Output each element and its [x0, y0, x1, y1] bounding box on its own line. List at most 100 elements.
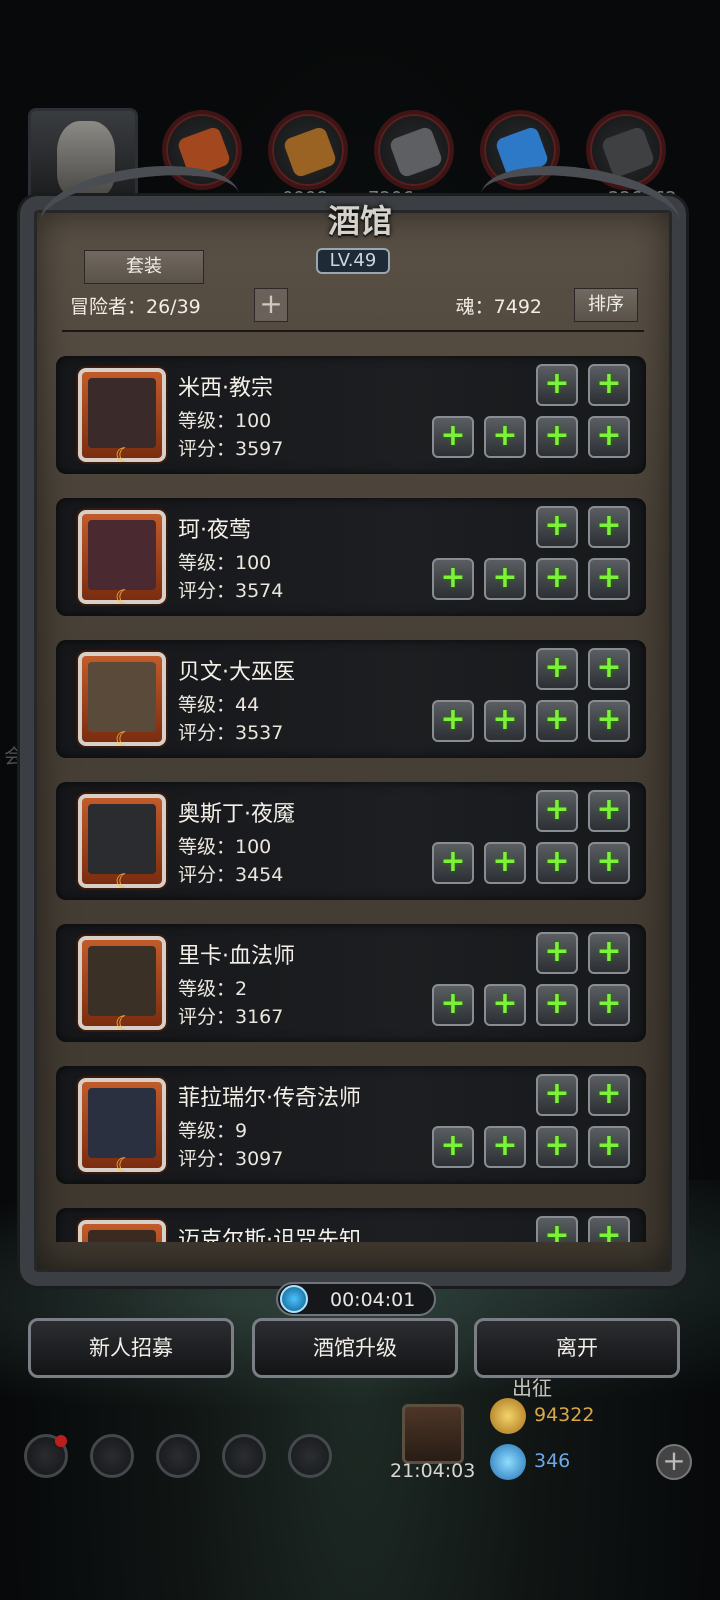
- armor-slot-icon[interactable]: +: [536, 1074, 578, 1116]
- armor-slot-icon[interactable]: +: [588, 932, 630, 974]
- wood-resource-icon[interactable]: [268, 110, 348, 190]
- clock-icon: [280, 1285, 308, 1313]
- hero-card[interactable]: ☾ 珂·夜莺 等级：100 评分：3574 + + + + + +: [56, 498, 646, 616]
- ring-slot-icon[interactable]: +: [536, 984, 578, 1026]
- ring-slot-icon[interactable]: +: [588, 842, 630, 884]
- armor-slot-icon[interactable]: +: [536, 364, 578, 406]
- hero-level: 等级：100: [178, 410, 272, 432]
- hero-level: 等级：2: [178, 978, 248, 1000]
- hero-portrait: [88, 1230, 156, 1242]
- crescent-moon-icon: ☾: [115, 1011, 133, 1035]
- hero-card[interactable]: 迈克尔斯·诅咒先知 + +: [56, 1208, 646, 1242]
- crescent-moon-icon: ☾: [115, 585, 133, 609]
- divider: [62, 330, 644, 332]
- hero-name: 米西·教宗: [178, 376, 273, 401]
- hero-avatar[interactable]: ☾: [78, 368, 166, 466]
- armor-slot-icon[interactable]: +: [588, 364, 630, 406]
- gift-box-icon[interactable]: [402, 1404, 464, 1464]
- chest-slot-icon[interactable]: +: [484, 700, 526, 742]
- hero-card[interactable]: ☾ 菲拉瑞尔·传奇法师 等级：9 评分：3097 + + + + + +: [56, 1066, 646, 1184]
- mail-icon[interactable]: [222, 1434, 266, 1478]
- chest-slot-icon[interactable]: +: [484, 984, 526, 1026]
- sort-button[interactable]: 排序: [574, 288, 638, 322]
- leave-button[interactable]: 离开: [474, 1318, 680, 1378]
- hero-avatar[interactable]: ☾: [78, 652, 166, 750]
- weapon-slot-icon[interactable]: +: [432, 842, 474, 884]
- hero-level: 等级：100: [178, 552, 272, 574]
- hero-avatar[interactable]: ☾: [78, 936, 166, 1034]
- hero-portrait: [88, 804, 156, 874]
- armor-slot-icon[interactable]: +: [536, 1216, 578, 1242]
- ring-slot-icon[interactable]: +: [536, 558, 578, 600]
- notification-dot: [55, 1435, 67, 1447]
- suit-button[interactable]: 套装: [84, 250, 204, 284]
- ring-slot-icon[interactable]: +: [588, 700, 630, 742]
- ring-slot-icon[interactable]: +: [588, 416, 630, 458]
- hero-card[interactable]: ☾ 里卡·血法师 等级：2 评分：3167 + + + + + +: [56, 924, 646, 1042]
- gold-coin-icon: [490, 1398, 526, 1434]
- armor-slot-icon[interactable]: +: [588, 506, 630, 548]
- castle-icon[interactable]: [156, 1434, 200, 1478]
- armor-slot-icon[interactable]: +: [588, 790, 630, 832]
- hero-name: 奥斯丁·夜魇: [178, 802, 295, 827]
- ring-slot-icon[interactable]: +: [588, 558, 630, 600]
- hero-portrait: [88, 662, 156, 732]
- chest-slot-icon[interactable]: +: [484, 842, 526, 884]
- upgrade-tavern-button[interactable]: 酒馆升级: [252, 1318, 458, 1378]
- crescent-moon-icon: ☾: [115, 727, 133, 751]
- hero-score: 评分：3574: [178, 580, 284, 602]
- hero-avatar[interactable]: ☾: [78, 794, 166, 892]
- hero-card[interactable]: ☾ 奥斯丁·夜魇 等级：100 评分：3454 + + + + + +: [56, 782, 646, 900]
- ring-slot-icon[interactable]: +: [536, 842, 578, 884]
- recruit-button[interactable]: 新人招募: [28, 1318, 234, 1378]
- chest-slot-icon[interactable]: +: [484, 416, 526, 458]
- dispatch-label: 出征: [512, 1376, 552, 1400]
- panel-title: 酒馆: [327, 202, 392, 240]
- ring-slot-icon[interactable]: +: [536, 416, 578, 458]
- hero-card[interactable]: ☾ 米西·教宗 等级：100 评分：3597 + + + + + +: [56, 356, 646, 474]
- hero-name: 珂·夜莺: [178, 518, 251, 543]
- add-adventurer-button[interactable]: +: [254, 288, 288, 322]
- settings-gear-icon[interactable]: [24, 1434, 68, 1478]
- hero-avatar[interactable]: ☾: [78, 1078, 166, 1176]
- ring-slot-icon[interactable]: +: [588, 984, 630, 1026]
- armor-slot-icon[interactable]: +: [588, 1074, 630, 1116]
- star-medal-icon[interactable]: [90, 1434, 134, 1478]
- weapon-slot-icon[interactable]: +: [432, 1126, 474, 1168]
- armor-slot-icon[interactable]: +: [536, 506, 578, 548]
- hero-name: 菲拉瑞尔·传奇法师: [178, 1086, 361, 1111]
- ring-slot-icon[interactable]: +: [536, 700, 578, 742]
- hero-name: 贝文·大巫医: [178, 660, 295, 685]
- ring-slot-icon[interactable]: +: [588, 1126, 630, 1168]
- hero-avatar[interactable]: ☾: [78, 510, 166, 608]
- armor-slot-icon[interactable]: +: [536, 932, 578, 974]
- hero-card[interactable]: ☾ 贝文·大巫医 等级：44 评分：3537 + + + + + +: [56, 640, 646, 758]
- chest-slot-icon[interactable]: +: [484, 558, 526, 600]
- hero-name: 迈克尔斯·诅咒先知: [178, 1228, 361, 1242]
- iron-resource-icon[interactable]: [374, 110, 454, 190]
- weapon-slot-icon[interactable]: +: [432, 984, 474, 1026]
- armor-slot-icon[interactable]: +: [536, 790, 578, 832]
- weapon-slot-icon[interactable]: +: [432, 416, 474, 458]
- armor-slot-icon[interactable]: +: [588, 648, 630, 690]
- hero-avatar[interactable]: [78, 1220, 166, 1242]
- weapon-slot-icon[interactable]: +: [432, 558, 474, 600]
- add-gem-button[interactable]: +: [656, 1444, 692, 1480]
- chat-icon[interactable]: [288, 1434, 332, 1478]
- hero-level: 等级：44: [178, 694, 260, 716]
- ring-slot-icon[interactable]: +: [536, 1126, 578, 1168]
- hero-portrait: [88, 1088, 156, 1158]
- chest-slot-icon[interactable]: +: [484, 1126, 526, 1168]
- hero-level: 等级：9: [178, 1120, 248, 1142]
- hero-list[interactable]: ☾ 米西·教宗 等级：100 评分：3597 + + + + + + ☾ 珂·夜…: [56, 356, 646, 1242]
- plus-icon: +: [259, 287, 283, 320]
- weapon-slot-icon[interactable]: +: [432, 700, 474, 742]
- tavern-level-badge: LV.49: [316, 248, 390, 274]
- hero-portrait: [88, 520, 156, 590]
- armor-slot-icon[interactable]: +: [536, 648, 578, 690]
- gift-timer: 21:04:03: [390, 1460, 476, 1482]
- hero-score: 评分：3454: [178, 864, 284, 886]
- crescent-moon-icon: ☾: [115, 1153, 133, 1177]
- hero-level: 等级：100: [178, 836, 272, 858]
- armor-slot-icon[interactable]: +: [588, 1216, 630, 1242]
